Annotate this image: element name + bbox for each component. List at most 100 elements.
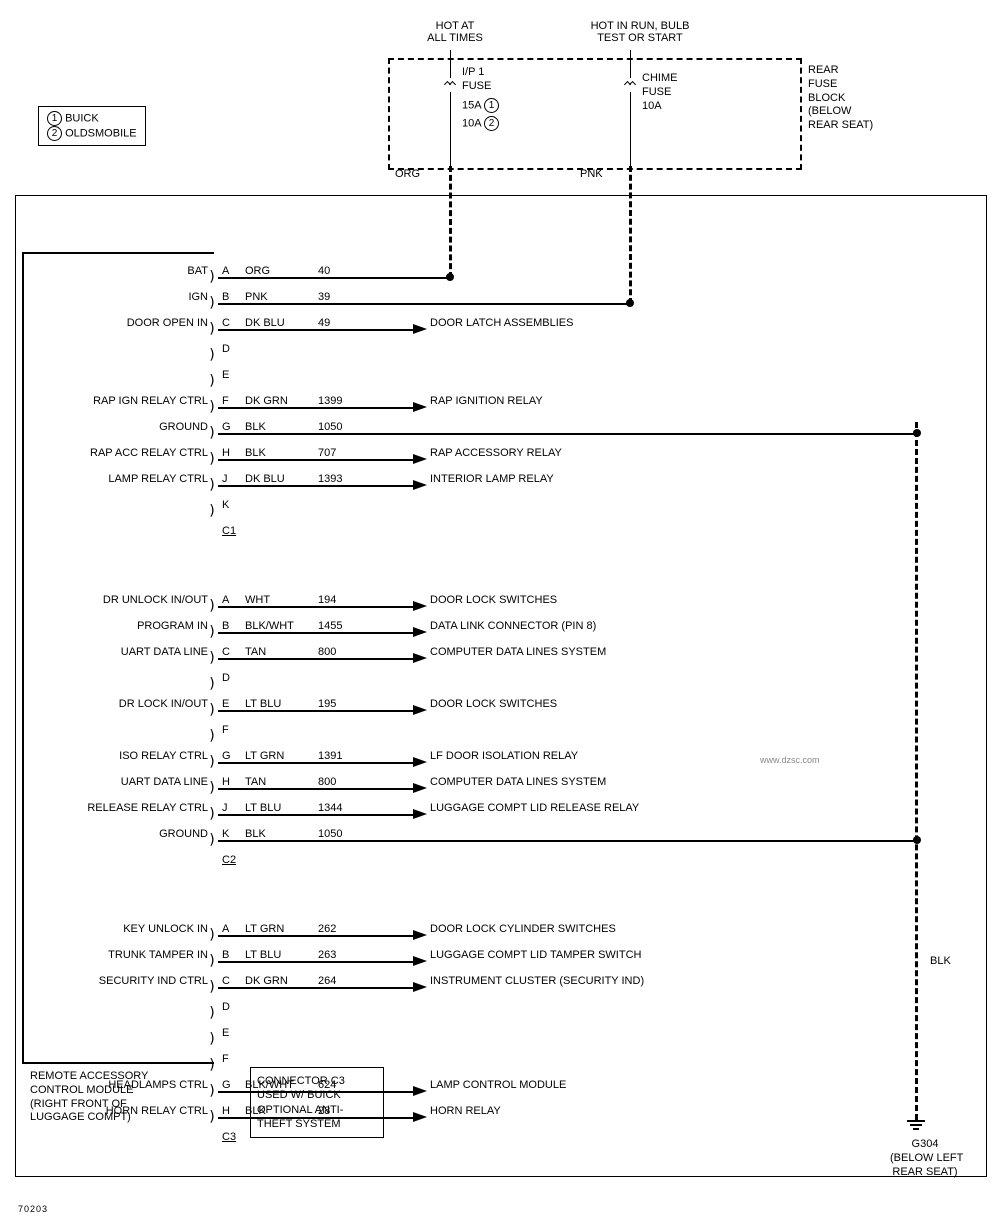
pin-letter: H: [222, 776, 230, 788]
wire-line: [218, 632, 415, 634]
pin-row: )RELEASE RELAY CTRLJLT BLU1344LUGGAGE CO…: [0, 802, 1000, 820]
destination-label: DOOR LATCH ASSEMBLIES: [430, 317, 573, 329]
legend-box: 1 BUICK 2 OLDSMOBILE: [38, 106, 146, 146]
pin-row: )SECURITY IND CTRLCDK GRN264INSTRUMENT C…: [0, 975, 1000, 993]
destination-label: LUGGAGE COMPT LID RELEASE RELAY: [430, 802, 639, 814]
fuse1-type: FUSE: [462, 80, 491, 93]
arrow-icon: [413, 1086, 427, 1096]
pin-function: UART DATA LINE: [121, 776, 208, 788]
circuit-number: 800: [318, 646, 336, 658]
circuit-number: 49: [318, 317, 330, 329]
wire-line: [218, 935, 415, 937]
destination-label: LAMP CONTROL MODULE: [430, 1079, 566, 1091]
arrow-icon: [413, 480, 427, 490]
wire-line: [218, 459, 415, 461]
bracket-icon: ): [208, 832, 216, 848]
wire-line: [218, 329, 415, 331]
wire-line: [218, 987, 415, 989]
pin-letter: K: [222, 828, 229, 840]
circuit-number: 1344: [318, 802, 342, 814]
bracket-icon: ): [208, 451, 216, 467]
pin-letter: E: [222, 369, 229, 381]
circuit-number: 1050: [318, 421, 342, 433]
bracket-icon: ): [208, 979, 216, 995]
arrow-icon: [413, 956, 427, 966]
bracket-icon: ): [208, 477, 216, 493]
wire-color: PNK: [245, 291, 268, 303]
wire-line: [218, 303, 630, 305]
pin-letter: G: [222, 421, 231, 433]
pin-letter: C: [222, 317, 230, 329]
arrow-icon: [413, 809, 427, 819]
arrow-icon: [413, 601, 427, 611]
watermark: www.dzsc.com: [760, 755, 820, 765]
wire-line: [218, 485, 415, 487]
circuit-number: 39: [318, 291, 330, 303]
fuse1-name: I/P 1: [462, 66, 484, 79]
fuse1-amp2: 10A 2: [462, 116, 499, 131]
arrow-icon: [413, 783, 427, 793]
wire-color: DK BLU: [245, 317, 285, 329]
circuit-number: 40: [318, 265, 330, 277]
bracket-icon: ): [208, 754, 216, 770]
arrow-icon: [413, 627, 427, 637]
pin-row: )RAP ACC RELAY CTRLHBLK707RAP ACCESSORY …: [0, 447, 1000, 465]
pin-function: RAP ACC RELAY CTRL: [90, 447, 208, 459]
pin-letter: A: [222, 923, 229, 935]
bracket-icon: ): [208, 728, 216, 744]
bracket-icon: ): [208, 1109, 216, 1125]
pin-letter: J: [222, 473, 228, 485]
arrow-icon: [413, 454, 427, 464]
pin-function: GROUND: [159, 828, 208, 840]
connector-label: C1: [222, 525, 236, 537]
connector-label: C2: [222, 854, 236, 866]
arrow-icon: [413, 930, 427, 940]
pin-letter: E: [222, 1027, 229, 1039]
ground-bus: [915, 422, 918, 1120]
destination-label: INSTRUMENT CLUSTER (SECURITY IND): [430, 975, 644, 987]
wire-line: [218, 762, 415, 764]
bracket-icon: ): [208, 624, 216, 640]
bracket-icon: ): [208, 295, 216, 311]
pin-row: )DR UNLOCK IN/OUTAWHT194DOOR LOCK SWITCH…: [0, 594, 1000, 612]
bracket-icon: ): [208, 598, 216, 614]
bracket-icon: ): [208, 650, 216, 666]
wire-color: BLK: [245, 447, 266, 459]
wire-line: [218, 788, 415, 790]
pin-row: )KEY UNLOCK INALT GRN262DOOR LOCK CYLIND…: [0, 923, 1000, 941]
circuit-number: 194: [318, 594, 336, 606]
pin-letter: C: [222, 646, 230, 658]
pin-letter: G: [222, 750, 231, 762]
pin-function: DR UNLOCK IN/OUT: [103, 594, 208, 606]
destination-label: COMPUTER DATA LINES SYSTEM: [430, 646, 606, 658]
wire-line: [218, 961, 415, 963]
pin-row: )DR LOCK IN/OUTELT BLU195DOOR LOCK SWITC…: [0, 698, 1000, 716]
destination-label: COMPUTER DATA LINES SYSTEM: [430, 776, 606, 788]
circuit-number: 1391: [318, 750, 342, 762]
pin-row: )IGNBPNK39: [0, 291, 1000, 309]
bracket-icon: ): [208, 953, 216, 969]
pin-letter: B: [222, 291, 229, 303]
pin-letter: A: [222, 594, 229, 606]
bracket-icon: ): [208, 1005, 216, 1021]
pin-function: KEY UNLOCK IN: [123, 923, 208, 935]
bracket-icon: ): [208, 373, 216, 389]
destination-label: LF DOOR ISOLATION RELAY: [430, 750, 578, 762]
circuit-number: 1050: [318, 828, 342, 840]
destination-label: RAP IGNITION RELAY: [430, 395, 543, 407]
bracket-icon: ): [208, 399, 216, 415]
pin-function: TRUNK TAMPER IN: [108, 949, 208, 961]
fuse-header1: HOT ATALL TIMES: [400, 20, 510, 44]
pin-row: )D: [0, 1001, 1000, 1019]
pin-row: )RAP IGN RELAY CTRLFDK GRN1399RAP IGNITI…: [0, 395, 1000, 413]
destination-label: DOOR LOCK SWITCHES: [430, 698, 557, 710]
pin-letter: D: [222, 343, 230, 355]
pin-function: GROUND: [159, 421, 208, 433]
pin-row: )E: [0, 1027, 1000, 1045]
pin-row: )LAMP RELAY CTRLJDK BLU1393INTERIOR LAMP…: [0, 473, 1000, 491]
pin-letter: F: [222, 724, 229, 736]
pin-function: ISO RELAY CTRL: [119, 750, 208, 762]
bracket-icon: ): [208, 1057, 216, 1073]
pin-letter: F: [222, 395, 229, 407]
pin-letter: K: [222, 499, 229, 511]
